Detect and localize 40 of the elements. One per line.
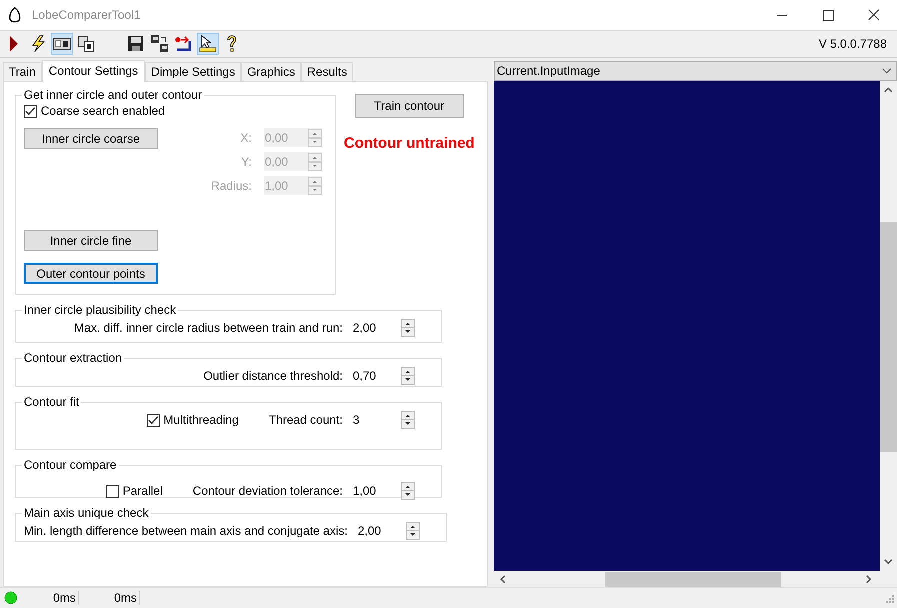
checkbox[interactable]: Coarse search enabled xyxy=(24,104,327,118)
tab[interactable]: Graphics xyxy=(241,62,302,81)
checkbox-label: Coarse search enabled xyxy=(41,104,166,118)
image-source-dropdown[interactable]: Current.InputImage xyxy=(494,61,897,81)
inner-circle-coarse-button[interactable]: Inner circle coarse xyxy=(24,128,158,149)
number-field[interactable]: 2,00 xyxy=(358,524,406,538)
group-title: Contour fit xyxy=(23,395,80,409)
tab[interactable]: Train xyxy=(3,62,42,81)
checkbox[interactable]: Parallel xyxy=(106,484,163,498)
field-label: Min. length difference between main axis and conjugate axis: xyxy=(24,524,348,538)
checkbox-label: Parallel xyxy=(122,484,163,498)
field-label: Y: xyxy=(240,154,252,168)
checkbox[interactable]: Multithreading xyxy=(146,413,239,427)
field-label: Max. diff. inner circle radius between train and run: xyxy=(74,321,343,335)
tab[interactable]: Results xyxy=(301,62,354,81)
group-title: Get inner circle and outer contour xyxy=(23,88,204,102)
number-field[interactable]: 0,70 xyxy=(353,369,401,383)
time-label: 0ms xyxy=(79,591,140,605)
field-label: Outlier distance threshold: xyxy=(204,369,343,383)
tab[interactable]: Dimple Settings xyxy=(145,62,242,81)
window-title: LobeComparerTool1 xyxy=(32,8,141,22)
tab[interactable]: Contour Settings xyxy=(42,60,146,82)
status-message: Contour untrained xyxy=(344,135,475,152)
action-button[interactable]: Inner circle fine xyxy=(24,230,158,251)
group-title: Inner circle plausibility check xyxy=(23,303,178,317)
field-label: X: xyxy=(240,130,252,144)
field-label: Radius: xyxy=(210,178,252,192)
number-field[interactable]: 3 xyxy=(353,413,401,427)
time-label: 0ms xyxy=(18,591,79,605)
action-button[interactable]: Outer contour points xyxy=(24,263,158,284)
group-title: Contour extraction xyxy=(23,351,124,365)
checkbox-label: Multithreading xyxy=(164,413,239,427)
group-title: Contour compare xyxy=(23,458,118,472)
number-field[interactable]: 2,00 xyxy=(353,321,401,335)
train-contour-button[interactable]: Train contour xyxy=(354,94,464,118)
version-label: V 5.0.0.7788 xyxy=(818,37,887,51)
group-title: Main axis unique check xyxy=(23,506,150,520)
number-field[interactable]: 1,00 xyxy=(353,484,401,498)
field-label: Contour deviation tolerance: xyxy=(192,484,343,498)
field-label: Thread count: xyxy=(268,413,343,427)
